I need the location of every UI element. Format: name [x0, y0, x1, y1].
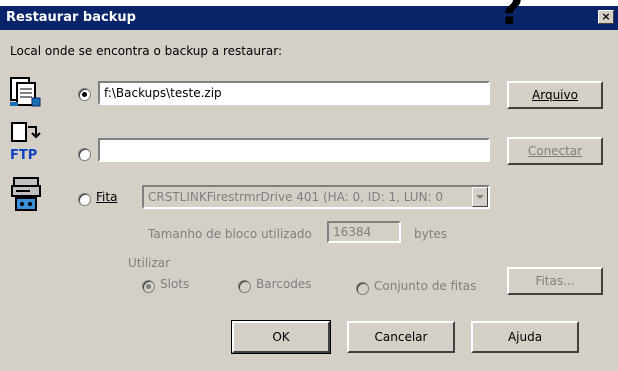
- tape-drive-dropdown-arrow[interactable]: [472, 187, 488, 207]
- help-button-label: Ajuda: [507, 330, 543, 344]
- ftp-icon: FTP: [8, 121, 44, 163]
- tape-label-text: Fita: [96, 190, 118, 204]
- file-backup-icon: [8, 74, 42, 108]
- close-button[interactable]: ×: [598, 10, 614, 24]
- block-size-label: Tamanho de bloco utilizado: [148, 227, 312, 241]
- barcodes-label: Barcodes: [256, 277, 311, 291]
- barcodes-radio[interactable]: [238, 280, 251, 293]
- use-label-text: Utilizar: [128, 256, 171, 270]
- ok-button[interactable]: OK: [231, 320, 331, 354]
- tape-set-label: Conjunto de fitas: [374, 279, 476, 293]
- ftp-address-input[interactable]: [98, 138, 490, 162]
- tape-set-label-text: Conjunto de fitas: [374, 279, 477, 293]
- help-button[interactable]: Ajuda: [471, 321, 579, 353]
- svg-text:FTP: FTP: [10, 148, 37, 163]
- tape-radio[interactable]: [78, 193, 91, 206]
- slots-label-text: Slots: [160, 277, 190, 291]
- use-label: Utilizar: [128, 256, 170, 270]
- file-browse-label: Arquivo: [532, 88, 578, 102]
- tapes-button[interactable]: Fitas...: [507, 267, 603, 295]
- tape-drive-value: CRSTLINKFirestrmrDrive 401 (HA: 0, ID: 1…: [148, 190, 444, 204]
- ok-button-label: OK: [272, 330, 290, 344]
- window-top-strip: ?: [0, 0, 618, 32]
- chevron-down-icon: [476, 195, 484, 199]
- block-size-label-text: Tamanho de bloco utilizado: [148, 227, 312, 241]
- slots-label: Slots: [160, 277, 189, 291]
- block-size-input[interactable]: 16384: [327, 221, 401, 243]
- tapes-button-label: Fitas...: [535, 274, 575, 288]
- ftp-connect-label: Conectar: [527, 144, 583, 158]
- ftp-radio[interactable]: [78, 148, 91, 161]
- location-label-text: Local onde se encontra o backup a restau…: [10, 44, 282, 58]
- ftp-connect-button[interactable]: Conectar: [507, 137, 603, 165]
- cancel-button[interactable]: Cancelar: [347, 321, 455, 353]
- block-size-unit-text: bytes: [414, 227, 448, 241]
- file-path-input[interactable]: f:\Backups\teste.zip: [98, 81, 490, 105]
- file-radio[interactable]: [78, 88, 91, 101]
- tape-drive-select[interactable]: CRSTLINKFirestrmrDrive 401 (HA: 0, ID: 1…: [142, 185, 490, 209]
- file-browse-button[interactable]: Arquivo: [507, 81, 603, 109]
- barcodes-label-text: Barcodes: [256, 277, 312, 291]
- cancel-button-label: Cancelar: [374, 330, 428, 344]
- tape-drive-icon: [10, 176, 42, 212]
- tape-set-radio[interactable]: [356, 282, 369, 295]
- tape-label: Fita: [96, 190, 117, 204]
- slots-radio[interactable]: [142, 280, 155, 293]
- title-bar: Restaurar backup ×: [0, 6, 618, 30]
- window-title: Restaurar backup: [6, 10, 136, 25]
- block-size-unit: bytes: [414, 227, 447, 241]
- location-label: Local onde se encontra o backup a restau…: [10, 44, 282, 58]
- overlay-question-mark: ?: [498, 0, 524, 35]
- dialog-body: Local onde se encontra o backup a restau…: [0, 30, 618, 371]
